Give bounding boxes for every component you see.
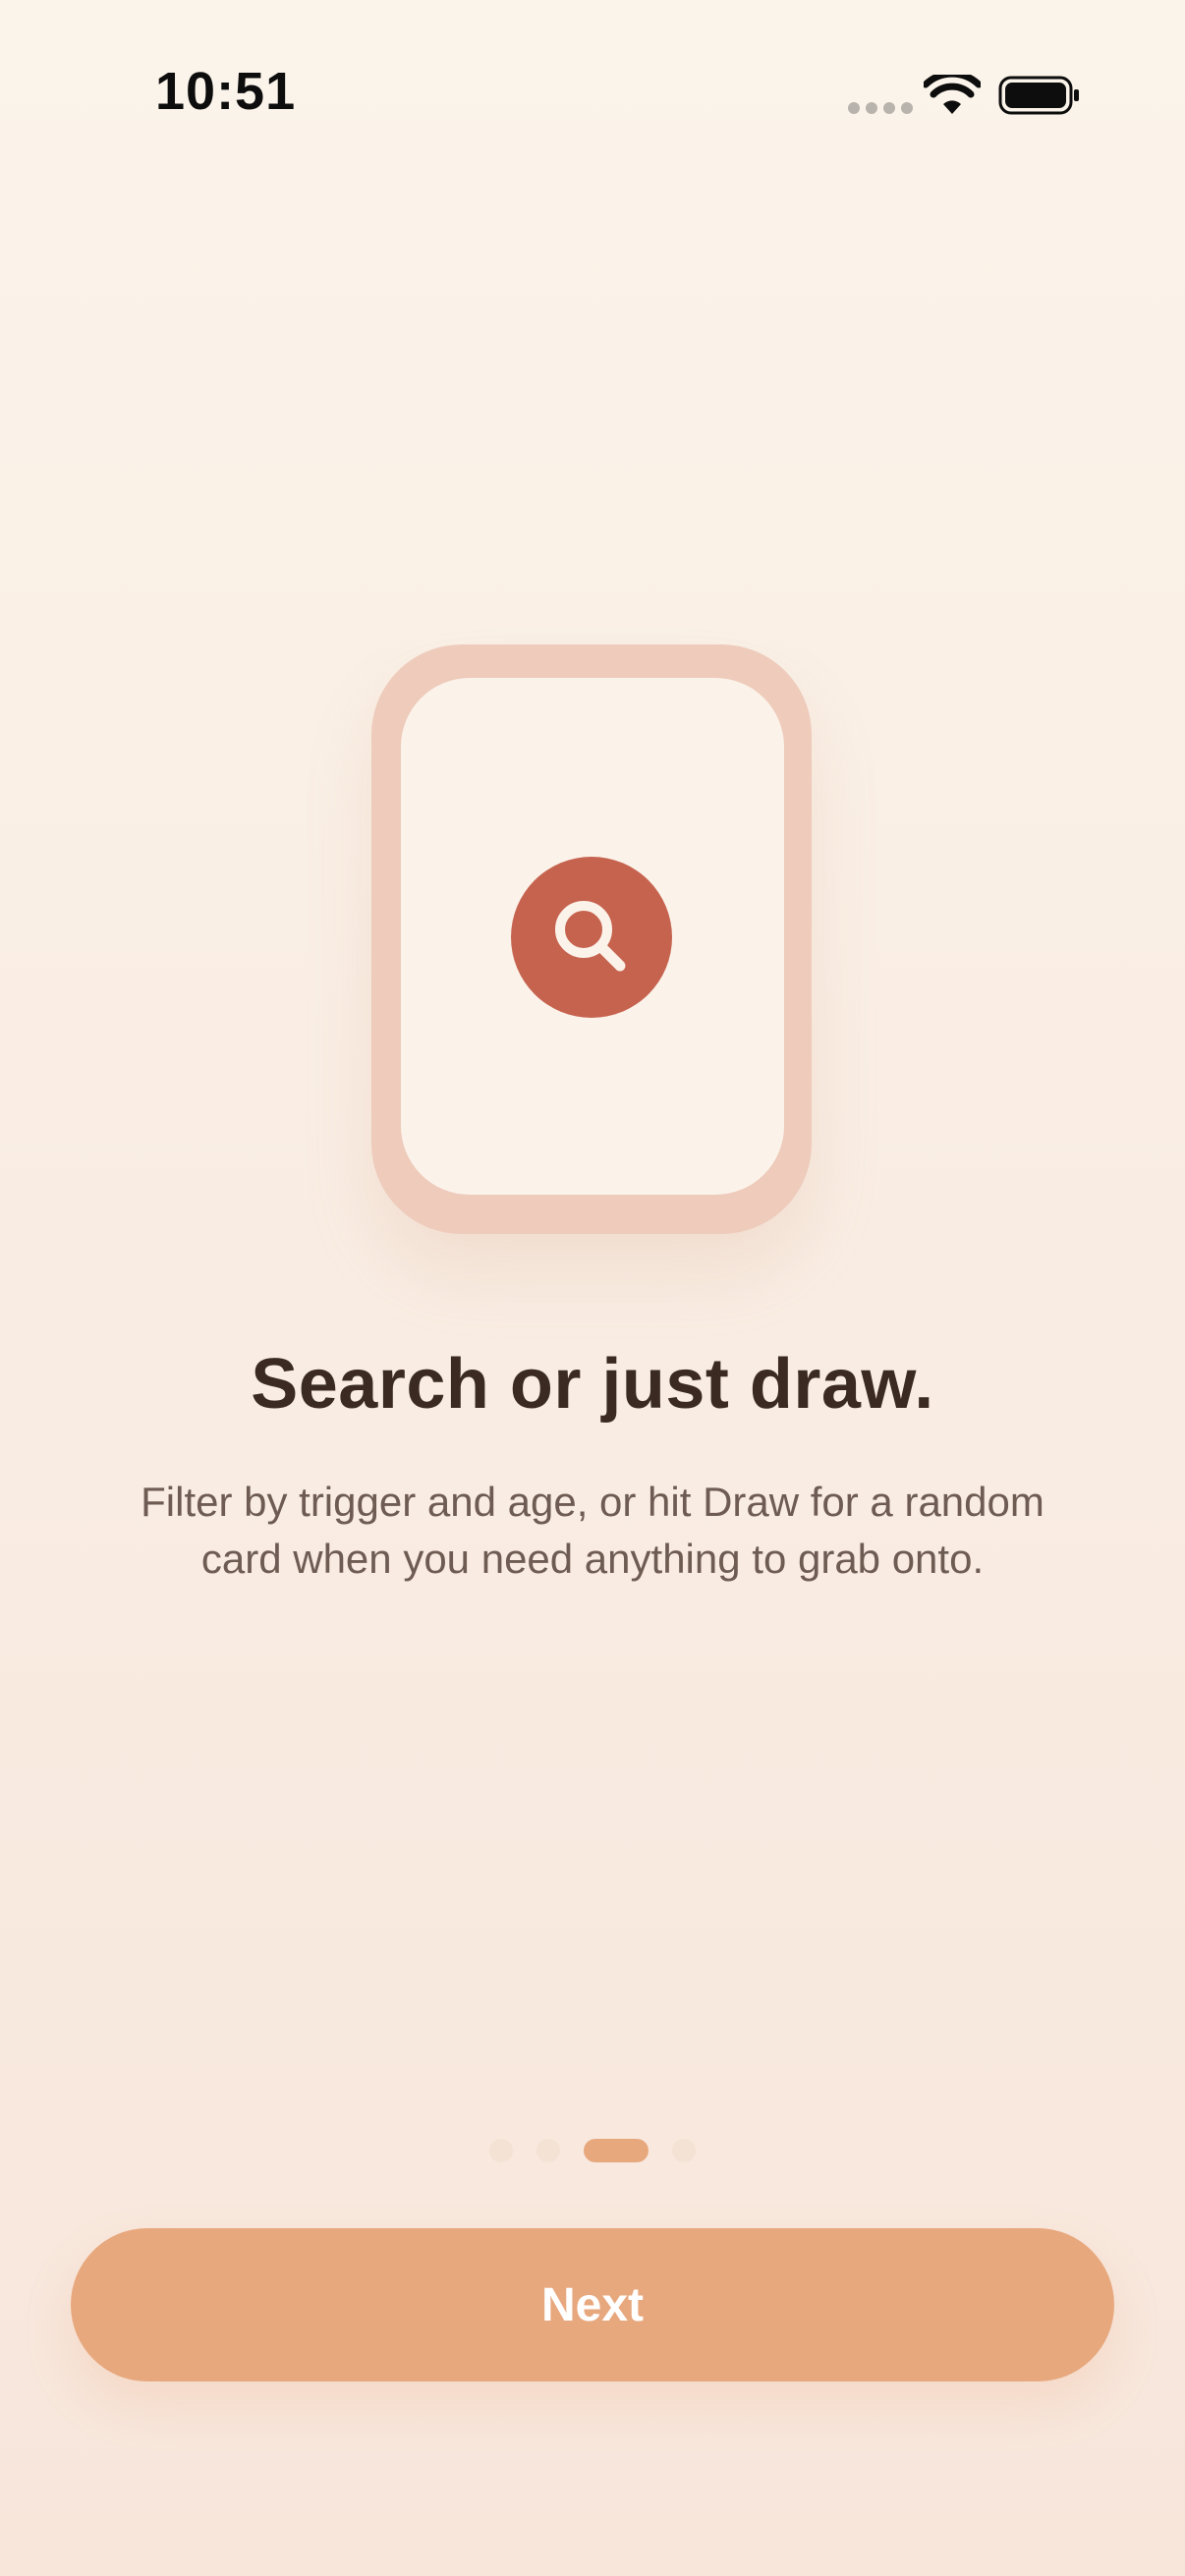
card-face <box>401 678 784 1195</box>
status-time: 10:51 <box>155 62 297 121</box>
wifi-icon <box>924 75 981 114</box>
page-dot-1[interactable] <box>489 2139 513 2162</box>
next-button[interactable]: Next <box>71 2228 1114 2381</box>
onboarding-title: Search or just draw. <box>251 1345 934 1424</box>
search-icon <box>555 901 626 972</box>
search-badge <box>511 857 672 1018</box>
cellular-signal-icon <box>848 102 913 114</box>
card-illustration <box>371 644 812 1234</box>
onboarding-description: Filter by trigger and age, or hit Draw f… <box>141 1479 1044 1582</box>
battery-icon <box>998 76 1079 115</box>
status-bar: 10:51 <box>0 0 1185 187</box>
page-dot-3-active[interactable] <box>584 2139 649 2162</box>
page-dot-2[interactable] <box>536 2139 560 2162</box>
page-indicator <box>0 2139 1185 2162</box>
page-dot-4[interactable] <box>672 2139 696 2162</box>
